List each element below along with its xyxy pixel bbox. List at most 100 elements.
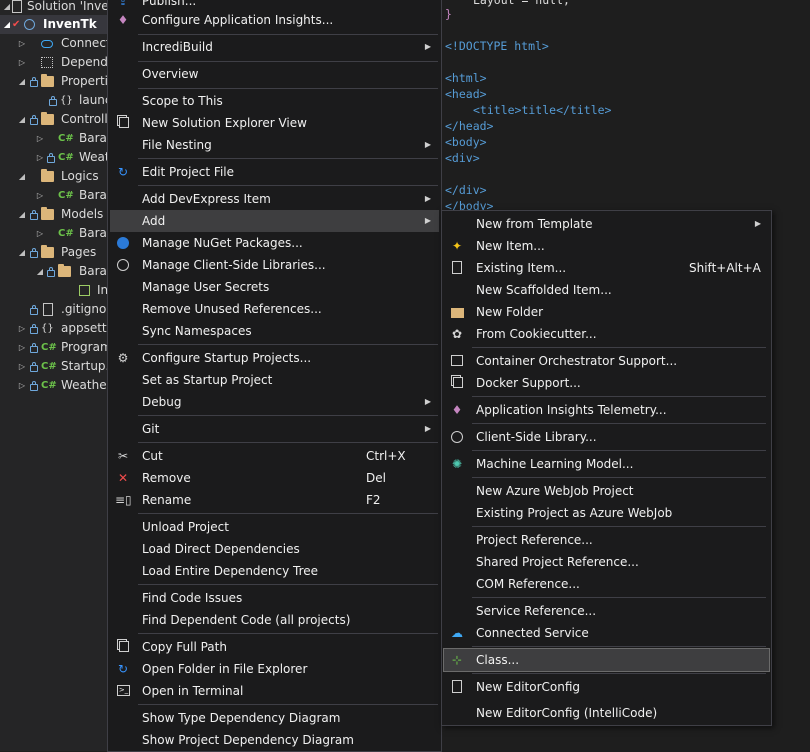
submenu-item-service-reference[interactable]: Service Reference... <box>444 600 769 622</box>
submenu-item-new-folder[interactable]: New Folder <box>444 301 769 323</box>
menu-item-show-project-dependency-diagram[interactable]: Show Project Dependency Diagram <box>110 729 439 751</box>
submenu-item-project-reference[interactable]: Project Reference... <box>444 529 769 551</box>
submenu-item-machine-learning-model[interactable]: ✺ Machine Learning Model... <box>444 453 769 475</box>
csharp-file-icon: C# <box>58 152 74 163</box>
submenu-item-new-editorconfig[interactable]: New EditorConfig <box>444 676 769 698</box>
submenu-item-shared-project-reference[interactable]: Shared Project Reference... <box>444 551 769 573</box>
edit-project-icon: ↻ <box>117 165 129 179</box>
chevron-right-icon[interactable]: ▷ <box>35 148 45 167</box>
submenu-item-new-editorconfig-intellicode[interactable]: New EditorConfig (IntelliCode) <box>444 702 769 724</box>
csharp-file-icon: C# <box>41 380 57 391</box>
menu-item-load-direct-dependencies[interactable]: Load Direct Dependencies <box>110 538 439 560</box>
chevron-right-icon[interactable]: ▷ <box>17 319 27 338</box>
tree-item-pages[interactable]: ◢ Pages <box>0 243 107 262</box>
menu-item-remove[interactable]: ✕ Remove Del <box>110 467 439 489</box>
chevron-down-icon[interactable]: ◢ <box>17 110 27 129</box>
menu-item-unload-project[interactable]: Unload Project <box>110 516 439 538</box>
submenu-item-existing-project-as-webjob[interactable]: Existing Project as Azure WebJob <box>444 502 769 524</box>
chevron-down-icon[interactable]: ◢ <box>17 72 27 91</box>
tree-item-solution[interactable]: ◢ Solution 'InvenTk' <box>0 0 107 16</box>
menu-item-sync-namespaces[interactable]: Sync Namespaces <box>110 320 439 342</box>
menu-item-copy-full-path[interactable]: Copy Full Path <box>110 636 439 658</box>
chevron-down-icon[interactable]: ◢ <box>17 167 27 186</box>
tree-item-gitignore[interactable]: .gitignore <box>0 300 107 319</box>
submenu-item-com-reference[interactable]: COM Reference... <box>444 573 769 595</box>
menu-item-manage-user-secrets[interactable]: Manage User Secrets <box>110 276 439 298</box>
chevron-right-icon[interactable]: ▷ <box>17 53 27 72</box>
tree-item-dependencies[interactable]: ▷ Dependencies <box>0 53 107 72</box>
submenu-item-new-scaffolded-item[interactable]: New Scaffolded Item... <box>444 279 769 301</box>
csharp-file-icon: C# <box>58 228 74 239</box>
chevron-right-icon[interactable]: ▷ <box>35 129 45 148</box>
chevron-right-icon[interactable]: ▷ <box>17 338 27 357</box>
submenu-item-connected-service[interactable]: ☁ Connected Service <box>444 622 769 644</box>
menu-item-scope-to-this[interactable]: Scope to This <box>110 90 439 112</box>
menu-separator <box>138 344 438 345</box>
submenu-item-container-orchestrator-support[interactable]: Container Orchestrator Support... <box>444 350 769 372</box>
menu-item-show-type-dependency-diagram[interactable]: Show Type Dependency Diagram <box>110 707 439 729</box>
tree-item-weatherforecast[interactable]: ▷ C# WeatherForecast.cs <box>0 376 107 395</box>
tree-item-baram-logic[interactable]: ▷ C# BaramLogic.cs <box>0 186 107 205</box>
code-line: <!DOCTYPE html> <box>445 39 549 53</box>
menu-item-add-devexpress-item[interactable]: Add DevExpress Item ▶ <box>110 188 439 210</box>
menu-item-rename[interactable]: ≡▯ Rename F2 <box>110 489 439 511</box>
submenu-item-new-from-template[interactable]: New from Template ▶ <box>444 213 769 235</box>
chevron-right-icon[interactable]: ▷ <box>35 224 45 243</box>
chevron-right-icon[interactable]: ▷ <box>35 186 45 205</box>
menu-item-configure-startup-projects[interactable]: ⚙ Configure Startup Projects... <box>110 347 439 369</box>
tree-item-baram-controller[interactable]: ▷ C# BaramController.cs <box>0 129 107 148</box>
submenu-item-client-side-library[interactable]: Client-Side Library... <box>444 426 769 448</box>
menu-item-load-entire-dependency-tree[interactable]: Load Entire Dependency Tree <box>110 560 439 582</box>
chevron-right-icon[interactable]: ▷ <box>17 357 27 376</box>
menu-item-open-folder-in-explorer[interactable]: ↻ Open Folder in File Explorer <box>110 658 439 680</box>
menu-item-debug[interactable]: Debug ▶ <box>110 391 439 413</box>
menu-item-find-dependent-code[interactable]: Find Dependent Code (all projects) <box>110 609 439 631</box>
chevron-right-icon[interactable]: ▷ <box>17 376 27 395</box>
menu-item-overview[interactable]: Overview <box>110 63 439 85</box>
tree-item-weather-controller[interactable]: ▷ C# WeatherForecastController.cs <box>0 148 107 167</box>
chevron-down-icon[interactable]: ◢ <box>17 205 27 224</box>
submenu-item-from-cookiecutter[interactable]: ✿ From Cookiecutter... <box>444 323 769 345</box>
tree-item-logics[interactable]: ◢ Logics <box>0 167 107 186</box>
tree-item-baram-folder[interactable]: ◢ Baram <box>0 262 107 281</box>
chevron-down-icon[interactable]: ◢ <box>2 0 12 16</box>
menu-item-manage-nuget[interactable]: Manage NuGet Packages... <box>110 232 439 254</box>
chevron-down-icon[interactable]: ◢ <box>2 15 12 34</box>
lock-icon <box>47 267 55 277</box>
menu-item-file-nesting[interactable]: File Nesting ▶ <box>110 134 439 156</box>
tree-item-project-inventk[interactable]: ◢ ✔ InvenTk <box>0 15 107 34</box>
menu-item-configure-app-insights[interactable]: ♦ Configure Application Insights... <box>110 9 439 31</box>
submenu-item-app-insights-telemetry[interactable]: ♦ Application Insights Telemetry... <box>444 399 769 421</box>
tree-item-controllers[interactable]: ◢ Controllers <box>0 110 107 129</box>
menu-item-find-code-issues[interactable]: Find Code Issues <box>110 587 439 609</box>
tree-item-program[interactable]: ▷ C# Program.cs <box>0 338 107 357</box>
menu-item-new-solution-explorer-view[interactable]: New Solution Explorer View <box>110 112 439 134</box>
submenu-item-class[interactable]: ⊹ Class... <box>443 648 770 672</box>
tree-item-index-cshtml[interactable]: Index.cshtml <box>0 281 107 300</box>
chevron-right-icon[interactable]: ▷ <box>17 34 27 53</box>
submenu-item-new-azure-webjob-project[interactable]: New Azure WebJob Project <box>444 480 769 502</box>
tree-item-launchsettings[interactable]: {} launchSettings.json <box>0 91 107 110</box>
submenu-item-existing-item[interactable]: Existing Item... Shift+Alt+A <box>444 257 769 279</box>
tree-item-models[interactable]: ◢ Models <box>0 205 107 224</box>
menu-item-incredibuild[interactable]: IncrediBuild ▶ <box>110 36 439 58</box>
menu-item-open-in-terminal[interactable]: >_ Open in Terminal <box>110 680 439 702</box>
menu-item-manage-client-side-libraries[interactable]: Manage Client-Side Libraries... <box>110 254 439 276</box>
menu-separator <box>138 185 438 186</box>
submenu-item-docker-support[interactable]: Docker Support... <box>444 372 769 394</box>
tree-item-properties[interactable]: ◢ Properties <box>0 72 107 91</box>
chevron-down-icon[interactable]: ◢ <box>17 243 27 262</box>
menu-item-git[interactable]: Git ▶ <box>110 418 439 440</box>
menu-item-edit-project-file[interactable]: ↻ Edit Project File <box>110 161 439 183</box>
tree-item-baram-model[interactable]: ▷ C# BaramModel.cs <box>0 224 107 243</box>
tree-item-startup[interactable]: ▷ C# Startup.cs <box>0 357 107 376</box>
chevron-down-icon[interactable]: ◢ <box>35 262 45 281</box>
menu-item-set-as-startup-project[interactable]: Set as Startup Project <box>110 369 439 391</box>
tree-item-appsettings[interactable]: ▷ {} appsettings.json <box>0 319 107 338</box>
menu-item-cut[interactable]: ✂ Cut Ctrl+X <box>110 445 439 467</box>
menu-item-remove-unused-references[interactable]: Remove Unused References... <box>110 298 439 320</box>
code-editor[interactable]: Layout = null; } <!DOCTYPE html> <html> … <box>441 0 810 210</box>
menu-item-add[interactable]: Add ▶ <box>110 210 439 232</box>
tree-item-connected-services[interactable]: ▷ Connected Services <box>0 34 107 53</box>
submenu-item-new-item[interactable]: ✦ New Item... <box>444 235 769 257</box>
